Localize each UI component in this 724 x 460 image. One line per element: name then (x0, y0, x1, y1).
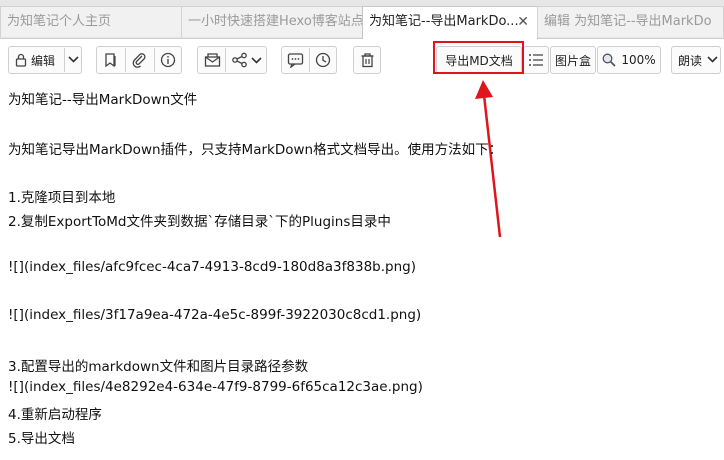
image-link: ![](index_files/3f17a9ea-472a-4e5c-899f-… (8, 307, 422, 323)
list-item: 4.重新启动程序 (8, 407, 102, 423)
list-item: 5.导出文档 (8, 431, 75, 447)
paragraph: 为知笔记导出MarkDown插件，只支持MarkDown格式文档导出。使用方法如… (8, 142, 503, 158)
image-link: ![](index_files/afc9fcec-4ca7-4913-8cd9-… (8, 259, 416, 275)
list-item: 3.配置导出的markdown文件和图片目录路径参数 (8, 359, 309, 375)
note-title: 为知笔记--导出MarkDown文件 (8, 92, 198, 108)
list-item: 1.克隆项目到本地 (8, 190, 116, 206)
list-item: 2.复制ExportToMd文件夹到数据`存储目录`下的Plugins目录中 (8, 214, 391, 230)
image-link: ![](index_files/4e8292e4-634e-47f9-8799-… (8, 379, 423, 395)
